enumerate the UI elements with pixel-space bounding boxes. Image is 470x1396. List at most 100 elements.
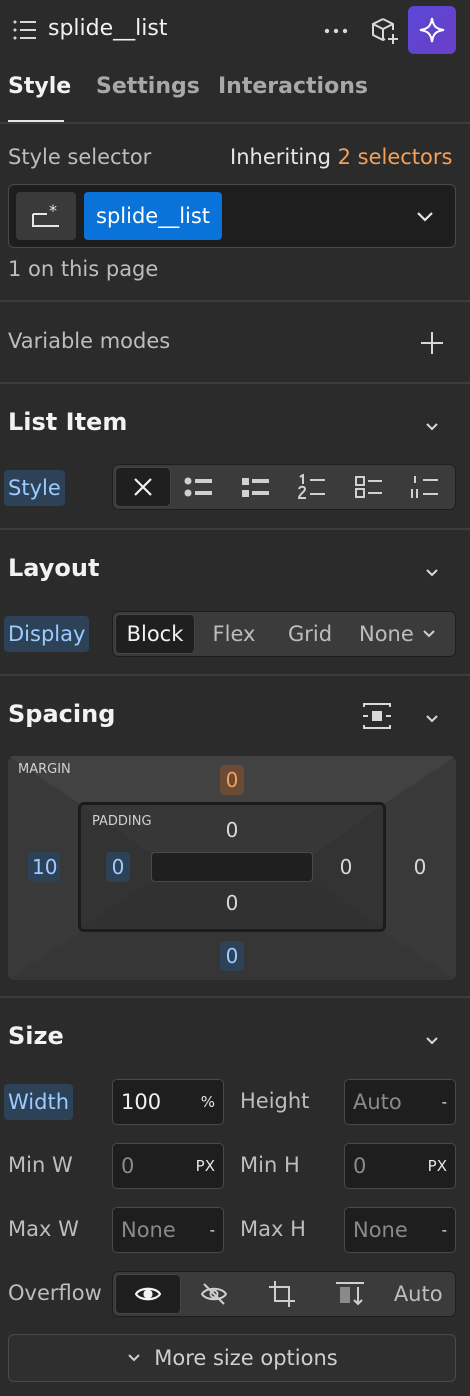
page-count: 1 on this page <box>8 257 159 281</box>
margin-bottom-value[interactable]: 0 <box>220 941 244 971</box>
margin-top-value[interactable]: 0 <box>220 765 244 795</box>
margin-label: MARGIN <box>18 762 71 777</box>
plus-icon[interactable] <box>420 331 444 355</box>
width-unit[interactable]: % <box>201 1093 215 1111</box>
size-title: Size <box>8 1022 64 1050</box>
chevron-down-icon[interactable] <box>422 1030 442 1050</box>
padding-right-value[interactable]: 0 <box>334 855 358 879</box>
tab-interactions[interactable]: Interactions <box>218 74 368 99</box>
chevron-down-icon[interactable] <box>422 708 442 728</box>
more-size-options-label: More size options <box>154 1346 338 1370</box>
display-none-option[interactable]: None <box>347 614 453 654</box>
max-h-unit[interactable]: - <box>442 1221 447 1239</box>
overflow-scroll-option[interactable] <box>248 1274 316 1314</box>
bullet-square-icon <box>241 475 271 499</box>
list-icon <box>12 18 38 44</box>
overflow-auto-option[interactable]: Auto <box>383 1274 453 1314</box>
max-h-field[interactable]: None - <box>344 1207 456 1253</box>
width-label[interactable]: Width <box>4 1084 74 1120</box>
display-segmented: Block Flex Grid None <box>112 611 456 657</box>
margin-right-value[interactable]: 0 <box>408 855 432 879</box>
ai-sparkle-icon[interactable] <box>408 6 456 54</box>
list-disc-option[interactable] <box>171 467 228 507</box>
max-w-label: Max W <box>8 1217 79 1241</box>
component-add-icon[interactable] <box>370 16 400 46</box>
content-box <box>151 852 313 882</box>
list-square-option[interactable] <box>227 467 284 507</box>
spacing-title: Spacing <box>8 700 116 728</box>
overflow-visible-option[interactable] <box>115 1274 181 1314</box>
max-w-field[interactable]: None - <box>112 1207 224 1253</box>
height-value[interactable]: Auto <box>353 1090 442 1114</box>
height-unit[interactable]: - <box>442 1093 447 1111</box>
layout-title: Layout <box>8 554 100 582</box>
min-h-value[interactable]: 0 <box>353 1154 428 1178</box>
more-icon[interactable] <box>324 28 348 34</box>
max-w-value[interactable]: None <box>121 1218 210 1242</box>
divider <box>0 996 470 998</box>
padding-label: PADDING <box>92 814 152 829</box>
scroll-down-icon <box>335 1280 365 1308</box>
divider <box>0 382 470 384</box>
variable-modes-label: Variable modes <box>8 329 171 353</box>
chevron-down-icon <box>126 1350 142 1366</box>
bullet-disc-icon <box>184 475 214 499</box>
list-roman-option[interactable] <box>397 467 453 507</box>
roman-list-icon <box>410 474 440 500</box>
tab-settings[interactable]: Settings <box>96 74 200 99</box>
tab-bar: Style Settings Interactions <box>0 62 470 122</box>
chevron-down-icon[interactable] <box>422 416 442 436</box>
selector-field[interactable]: * splide__list <box>8 184 456 248</box>
padding-top-value[interactable]: 0 <box>220 818 244 842</box>
list-numbered-option[interactable] <box>284 467 341 507</box>
display-none-label: None <box>359 622 414 646</box>
max-h-value[interactable]: None <box>353 1218 442 1242</box>
min-h-label: Min H <box>240 1153 300 1177</box>
overflow-hidden-option[interactable] <box>181 1274 249 1314</box>
header: splide__list <box>0 0 470 62</box>
list-item-title: List Item <box>8 408 128 436</box>
margin-left-value[interactable]: 10 <box>28 852 60 882</box>
divider <box>0 300 470 302</box>
min-w-label: Min W <box>8 1153 73 1177</box>
display-label[interactable]: Display <box>4 616 90 652</box>
tab-style[interactable]: Style <box>8 74 71 99</box>
chevron-down-icon <box>422 627 436 641</box>
width-value[interactable]: 100 <box>121 1090 201 1114</box>
min-w-field[interactable]: 0 PX <box>112 1143 224 1189</box>
width-field[interactable]: 100 % <box>112 1079 224 1125</box>
display-flex-option[interactable]: Flex <box>195 614 273 654</box>
crop-icon <box>268 1280 296 1308</box>
more-size-options-button[interactable]: More size options <box>8 1334 456 1382</box>
eye-icon <box>134 1284 161 1304</box>
padding-left-value[interactable]: 0 <box>106 852 130 882</box>
padding-bottom-value[interactable]: 0 <box>220 891 244 915</box>
inheriting-text[interactable]: Inheriting 2 selectors <box>230 145 452 169</box>
height-label: Height <box>240 1089 310 1113</box>
min-w-unit[interactable]: PX <box>196 1157 215 1175</box>
class-chip[interactable]: splide__list <box>84 192 223 240</box>
chevron-down-icon[interactable] <box>422 562 442 582</box>
min-h-unit[interactable]: PX <box>428 1157 447 1175</box>
display-block-option[interactable]: Block <box>115 614 195 654</box>
overflow-auto-scroll-option[interactable] <box>316 1274 384 1314</box>
max-h-label: Max H <box>240 1217 306 1241</box>
divider <box>0 674 470 676</box>
list-style-label[interactable]: Style <box>4 470 65 506</box>
min-h-field[interactable]: 0 PX <box>344 1143 456 1189</box>
numbered-list-icon <box>297 474 327 500</box>
list-none-option[interactable] <box>115 467 171 507</box>
height-field[interactable]: Auto - <box>344 1079 456 1125</box>
selector-element-icon[interactable]: * <box>16 192 76 240</box>
chevron-down-icon[interactable] <box>415 207 435 227</box>
list-check-option[interactable] <box>341 467 398 507</box>
checklist-icon <box>354 475 384 499</box>
display-grid-option[interactable]: Grid <box>273 614 347 654</box>
inheriting-count[interactable]: 2 selectors <box>338 145 453 169</box>
max-w-unit[interactable]: - <box>210 1221 215 1239</box>
style-selector-label: Style selector <box>8 145 152 169</box>
spacing-mode-icon[interactable] <box>362 702 392 730</box>
inheriting-prefix: Inheriting <box>230 145 331 169</box>
min-w-value[interactable]: 0 <box>121 1154 196 1178</box>
divider <box>0 122 470 124</box>
